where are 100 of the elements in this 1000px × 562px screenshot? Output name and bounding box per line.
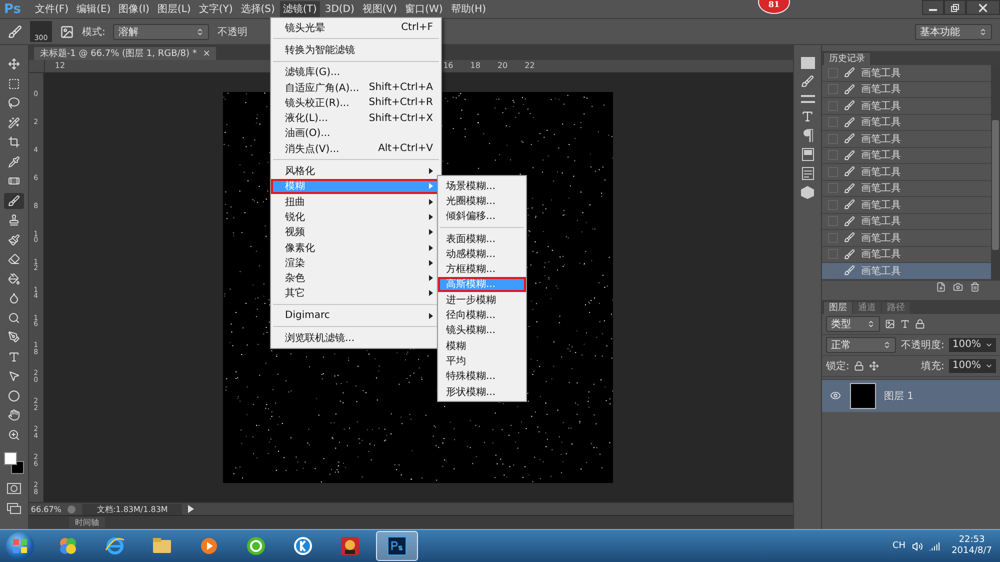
menu-item[interactable]: 选择(S) <box>238 0 278 18</box>
lock-filter-icon[interactable] <box>915 318 925 328</box>
history-row[interactable]: 画笔工具 <box>822 82 991 98</box>
tab-close-button[interactable]: × <box>202 48 210 58</box>
menu-item[interactable]: 平均 <box>438 353 526 369</box>
browser-ring-icon[interactable] <box>245 535 267 557</box>
timeline-tab[interactable]: 时间轴 <box>68 517 105 528</box>
scroll-thumb[interactable] <box>992 120 999 250</box>
menu-item[interactable]: 倾斜偏移... <box>438 208 526 224</box>
fill-field[interactable]: 100% <box>949 358 996 372</box>
menu-item[interactable]: 杂色 <box>271 270 441 286</box>
mode-select[interactable]: 溶解 <box>113 24 210 40</box>
screen-mode-icon[interactable] <box>6 503 21 514</box>
history-row[interactable]: 画笔工具 <box>822 263 991 280</box>
menu-item[interactable]: 帮助(H) <box>448 0 490 18</box>
browser-e-icon[interactable] <box>104 535 126 557</box>
minimize-button[interactable] <box>922 0 944 15</box>
menu-item[interactable]: 油画(O)... <box>271 126 441 142</box>
menu-item[interactable]: Digimarc <box>271 308 441 324</box>
menu-item[interactable]: 3D(D) <box>322 0 358 18</box>
tool-button[interactable] <box>4 192 24 209</box>
menu-item[interactable]: 表面模糊... <box>438 230 526 246</box>
menu-item[interactable]: 图层(L) <box>154 0 194 18</box>
swatch-panel-icon[interactable] <box>802 148 814 161</box>
panel-tab[interactable]: 通道 <box>853 302 881 314</box>
type-filter-icon[interactable] <box>900 318 910 328</box>
panel-icon[interactable] <box>800 57 815 69</box>
layer-row[interactable]: 图层 1 <box>822 378 1000 412</box>
paragraph-icon[interactable] <box>802 129 813 142</box>
brush-icon[interactable] <box>801 75 814 88</box>
close-button[interactable] <box>966 0 1000 15</box>
k-circle-icon[interactable] <box>292 535 314 557</box>
scrollbar[interactable] <box>991 65 1000 280</box>
brush-icon[interactable] <box>8 24 22 38</box>
menu-item[interactable]: 像素化 <box>271 240 441 256</box>
menu-item[interactable]: 形状模糊... <box>438 384 526 400</box>
menu-item[interactable]: 自适应广角(A)... Shift+Ctrl+A <box>271 80 441 96</box>
menu-item[interactable]: 风格化 <box>271 163 441 179</box>
menu-item[interactable]: 文字(Y) <box>196 0 236 18</box>
lock-icon[interactable] <box>854 360 864 370</box>
volume-icon[interactable] <box>912 540 923 552</box>
menu-item[interactable]: 视频 <box>271 224 441 240</box>
panel-tab[interactable]: 路径 <box>882 302 910 314</box>
menu-item[interactable]: 编辑(E) <box>74 0 114 18</box>
eye-icon[interactable] <box>830 390 840 401</box>
colored-balls-icon[interactable] <box>57 535 79 557</box>
menu-item[interactable]: 方框模糊... <box>438 261 526 277</box>
menu-item[interactable]: 模糊 <box>438 338 526 354</box>
menu-item[interactable]: 场景模糊... <box>438 178 526 194</box>
photoshop-app-icon[interactable] <box>386 535 408 557</box>
menu-item[interactable]: 文件(F) <box>32 0 72 18</box>
menu-item[interactable]: 滤镜(T) <box>280 0 320 18</box>
menu-item[interactable]: 镜头模糊... <box>438 322 526 338</box>
menu-item[interactable]: 特殊模糊... <box>438 368 526 384</box>
zoom-level[interactable]: 66.67% <box>30 504 62 514</box>
cube-icon[interactable] <box>801 186 814 199</box>
menu-item[interactable]: 消失点(V)... Alt+Ctrl+V <box>271 141 441 156</box>
menu-item[interactable]: 扭曲 <box>271 194 441 210</box>
panel-tab[interactable]: 历史记录 <box>824 53 870 65</box>
menu-item[interactable]: 转换为智能滤镜 <box>271 42 441 58</box>
history-row[interactable]: 画笔工具 <box>822 164 991 180</box>
menu-item[interactable]: 滤镜库(G)... <box>271 64 441 80</box>
menu-item[interactable]: 镜头光晕 Ctrl+F <box>271 20 441 36</box>
new-document-icon[interactable] <box>936 282 946 292</box>
history-row[interactable]: 画笔工具 <box>822 114 991 131</box>
start-button[interactable] <box>6 532 34 560</box>
camera-icon[interactable] <box>953 282 963 292</box>
history-row[interactable]: 画笔工具 <box>822 214 991 230</box>
menu-item[interactable]: 窗口(W) <box>402 0 446 18</box>
menu-item[interactable]: 渲染 <box>271 255 441 270</box>
menu-item[interactable]: 其它 <box>271 286 441 302</box>
sliders-icon[interactable] <box>800 94 815 104</box>
history-row[interactable]: 画笔工具 <box>822 98 991 114</box>
history-row[interactable]: 画笔工具 <box>822 131 991 148</box>
blend-mode-select[interactable]: 正常 <box>826 336 896 352</box>
menu-item[interactable]: 进一步模糊 <box>438 292 526 308</box>
menu-item[interactable]: 液化(L)... Shift+Ctrl+X <box>271 110 441 126</box>
expand-arrow-icon[interactable] <box>188 505 194 513</box>
workspace-select[interactable]: 基本功能 <box>915 24 992 40</box>
filter-select[interactable]: 类型 <box>826 316 880 332</box>
quick-mask-icon[interactable] <box>6 483 21 494</box>
image-filter-icon[interactable] <box>885 318 895 328</box>
history-row[interactable]: 画笔工具 <box>822 246 991 263</box>
trash-icon[interactable] <box>970 282 980 292</box>
history-row[interactable]: 画笔工具 <box>822 197 991 214</box>
menu-item[interactable]: 图像(I) <box>116 0 152 18</box>
menu-item[interactable]: 浏览联机滤镜... <box>271 330 441 346</box>
menu-item[interactable]: 锐化 <box>271 209 441 225</box>
document-tab[interactable]: 未标题-1 @ 66.7% (图层 1, RGB/8) * × <box>34 47 216 60</box>
history-row[interactable]: 画笔工具 <box>822 65 991 82</box>
clock[interactable]: 22:53 2014/8/7 <box>952 535 992 557</box>
play-icon[interactable] <box>198 535 220 557</box>
menu-item[interactable]: 动感模糊... <box>438 246 526 262</box>
menu-item[interactable]: 镜头校正(R)... Shift+Ctrl+R <box>271 95 441 110</box>
restore-button[interactable] <box>944 0 966 15</box>
history-row[interactable]: 画笔工具 <box>822 230 991 246</box>
menu-item[interactable]: 径向模糊... <box>438 307 526 323</box>
document-icon[interactable] <box>802 167 814 180</box>
checkbox[interactable] <box>828 266 838 276</box>
color-swatches-icon[interactable] <box>4 452 24 474</box>
